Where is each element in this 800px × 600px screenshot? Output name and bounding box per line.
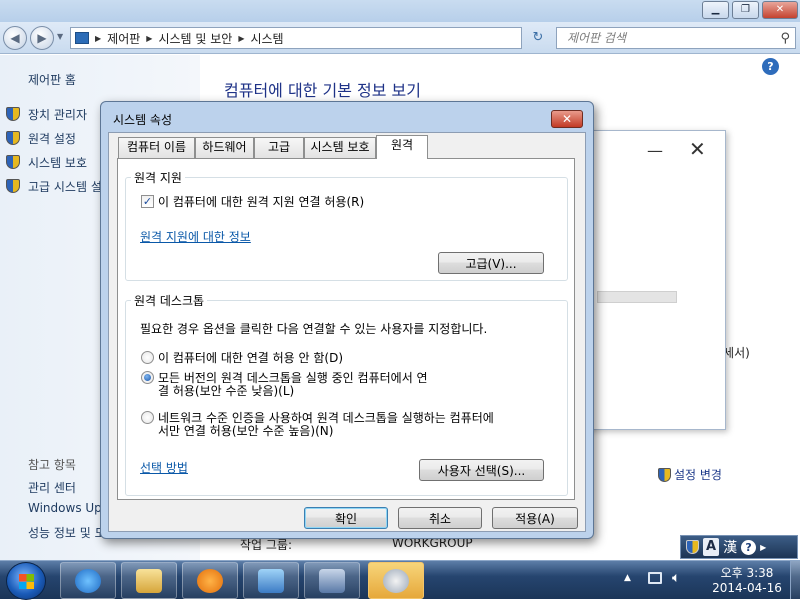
remote-desktop-legend: 원격 데스크톱 (134, 294, 205, 308)
uac-shield-icon (6, 131, 20, 145)
taskbar-setup-program[interactable] (368, 562, 424, 599)
language-bar: A 漢 ? ▶ (680, 535, 798, 559)
system-properties-dialog: 시스템 속성 ✕ 컴퓨터 이름 하드웨어 고급 시스템 보호 원격 원격 지원 … (100, 101, 594, 539)
breadcrumb-chevron-icon[interactable]: ▶ (146, 34, 152, 43)
see-also-heading: 참고 항목 (28, 458, 76, 472)
taskbar-media-player[interactable] (182, 562, 238, 599)
hanja-convert-button[interactable]: 漢 (723, 537, 737, 557)
search-input[interactable]: 제어판 검색 ⚲ (556, 27, 796, 49)
help-icon[interactable]: ? (762, 58, 779, 75)
refresh-icon[interactable]: ↻ (526, 28, 550, 48)
recent-pages-chevron-icon[interactable]: ▼ (57, 32, 63, 41)
language-help-icon[interactable]: ? (741, 539, 757, 555)
uac-shield-icon (658, 467, 671, 482)
apply-button[interactable]: 적용(A) (492, 507, 578, 529)
sidebar-item-action-center[interactable]: 관리 센터 (28, 479, 76, 496)
computer-icon (319, 569, 345, 593)
show-desktop-button[interactable] (790, 561, 800, 599)
maximize-button[interactable]: ❐ (732, 1, 759, 19)
advanced-button[interactable]: 고급(V)... (438, 252, 544, 274)
setup-disc-icon (383, 569, 409, 593)
breadcrumb-item[interactable]: 시스템 (250, 30, 283, 47)
page-title: 컴퓨터에 대한 기본 정보 보기 (224, 81, 421, 100)
radio-dont-allow-label[interactable]: 이 컴퓨터에 대한 연결 허용 안 함(D) (158, 351, 343, 365)
uac-shield-icon (6, 179, 20, 193)
breadcrumb-chevron-icon[interactable]: ▶ (95, 34, 101, 43)
navigation-bar: ◀ ▶ ▼ ▶ 제어판 ▶ 시스템 및 보안 ▶ 시스템 ↻ 제어판 검색 ⚲ (0, 22, 800, 54)
tab-computer-name[interactable]: 컴퓨터 이름 (118, 137, 195, 158)
tab-advanced[interactable]: 고급 (254, 137, 304, 158)
internet-explorer-icon (75, 569, 101, 593)
window-titlebar[interactable]: ▁ ❐ ✕ (0, 0, 800, 22)
search-placeholder: 제어판 검색 (567, 31, 627, 45)
language-menu-chevron-icon[interactable]: ▶ (760, 543, 766, 552)
volume-icon[interactable]: 🔈︎ (672, 570, 680, 586)
uac-shield-icon (6, 107, 20, 121)
address-bar[interactable]: ▶ 제어판 ▶ 시스템 및 보안 ▶ 시스템 (70, 27, 522, 49)
remote-tab-panel: 원격 지원 ✓ 이 컴퓨터에 대한 원격 지원 연결 허용(R) 원격 지원에 … (117, 158, 575, 500)
ok-button[interactable]: 확인 (304, 507, 388, 529)
allow-remote-assistance-checkbox[interactable]: ✓ (141, 195, 154, 208)
taskbar-internet-explorer[interactable] (60, 562, 116, 599)
search-icon[interactable]: ⚲ (780, 29, 790, 49)
taskbar-control-panel[interactable] (243, 562, 299, 599)
show-hidden-icons-icon[interactable]: ▲ (624, 573, 631, 583)
change-settings-link[interactable]: 설정 변경 (658, 466, 722, 483)
close-icon[interactable]: ✕ (689, 137, 706, 161)
dialog-body: 컴퓨터 이름 하드웨어 고급 시스템 보호 원격 원격 지원 ✓ 이 컴퓨터에 … (108, 132, 586, 532)
cancel-button[interactable]: 취소 (398, 507, 482, 529)
dialog-title: 시스템 속성 (113, 113, 173, 127)
change-settings-label: 설정 변경 (674, 468, 722, 482)
radio-dont-allow[interactable] (141, 351, 154, 364)
sidebar-item-control-panel-home[interactable]: 제어판 홈 (28, 71, 76, 88)
tab-remote[interactable]: 원격 (376, 135, 428, 159)
breadcrumb-item[interactable]: 시스템 및 보안 (158, 30, 232, 47)
allow-remote-assistance-label[interactable]: 이 컴퓨터에 대한 원격 지원 연결 허용(R) (158, 195, 364, 209)
remote-desktop-description: 필요한 경우 옵션을 클릭한 다음 연결할 수 있는 사용자를 지정합니다. (140, 322, 488, 336)
radio-allow-nla-only[interactable] (141, 411, 154, 424)
tab-system-protection[interactable]: 시스템 보호 (304, 137, 376, 158)
network-icon[interactable] (648, 572, 662, 584)
clock-date[interactable]: 2014-04-16 (706, 581, 788, 595)
forward-arrow-icon[interactable]: ▶ (30, 26, 54, 50)
start-button[interactable] (6, 562, 46, 600)
sidebar-item-device-manager[interactable]: 장치 관리자 (28, 106, 87, 123)
sidebar-item-remote-settings[interactable]: 원격 설정 (28, 130, 76, 147)
uac-shield-icon (686, 540, 699, 554)
media-player-icon (197, 569, 223, 593)
remote-assistance-legend: 원격 지원 (134, 171, 182, 185)
sidebar-item-system-protection[interactable]: 시스템 보호 (28, 154, 87, 171)
folder-icon (136, 569, 162, 593)
control-panel-icon (75, 32, 89, 44)
progress-bar (597, 291, 677, 303)
taskbar-file-explorer[interactable] (121, 562, 177, 599)
taskbar-system-properties[interactable] (304, 562, 360, 599)
uac-shield-icon (6, 155, 20, 169)
minimize-button[interactable]: ▁ (702, 1, 729, 19)
select-users-button[interactable]: 사용자 선택(S)... (419, 459, 544, 481)
help-me-choose-link[interactable]: 선택 방법 (140, 459, 188, 476)
back-arrow-icon[interactable]: ◀ (3, 26, 27, 50)
breadcrumb-item[interactable]: 제어판 (107, 30, 140, 47)
radio-allow-nla-only-label-cont[interactable]: 서만 연결 허용(보안 수준 높음)(N) (158, 424, 333, 438)
clock-time[interactable]: 오후 3:38 (712, 564, 782, 581)
close-button[interactable]: ✕ (762, 1, 798, 19)
dialog-close-button[interactable]: ✕ (551, 110, 583, 128)
radio-allow-any-version-label-cont[interactable]: 결 허용(보안 수준 낮음)(L) (158, 384, 294, 398)
remote-assistance-info-link[interactable]: 원격 지원에 대한 정보 (140, 228, 251, 245)
radio-allow-any-version-label[interactable]: 모든 버전의 원격 데스크톱을 실행 중인 컴퓨터에서 연 (158, 371, 428, 385)
breadcrumb-chevron-icon[interactable]: ▶ (238, 34, 244, 43)
control-panel-icon (258, 569, 284, 593)
tab-hardware[interactable]: 하드웨어 (195, 137, 254, 158)
radio-allow-any-version[interactable] (141, 371, 154, 384)
radio-allow-nla-only-label[interactable]: 네트워크 수준 인증을 사용하여 원격 데스크톱을 실행하는 컴퓨터에 (158, 411, 494, 425)
minimize-icon[interactable]: — (647, 141, 663, 160)
input-mode-button[interactable]: A (703, 538, 720, 556)
